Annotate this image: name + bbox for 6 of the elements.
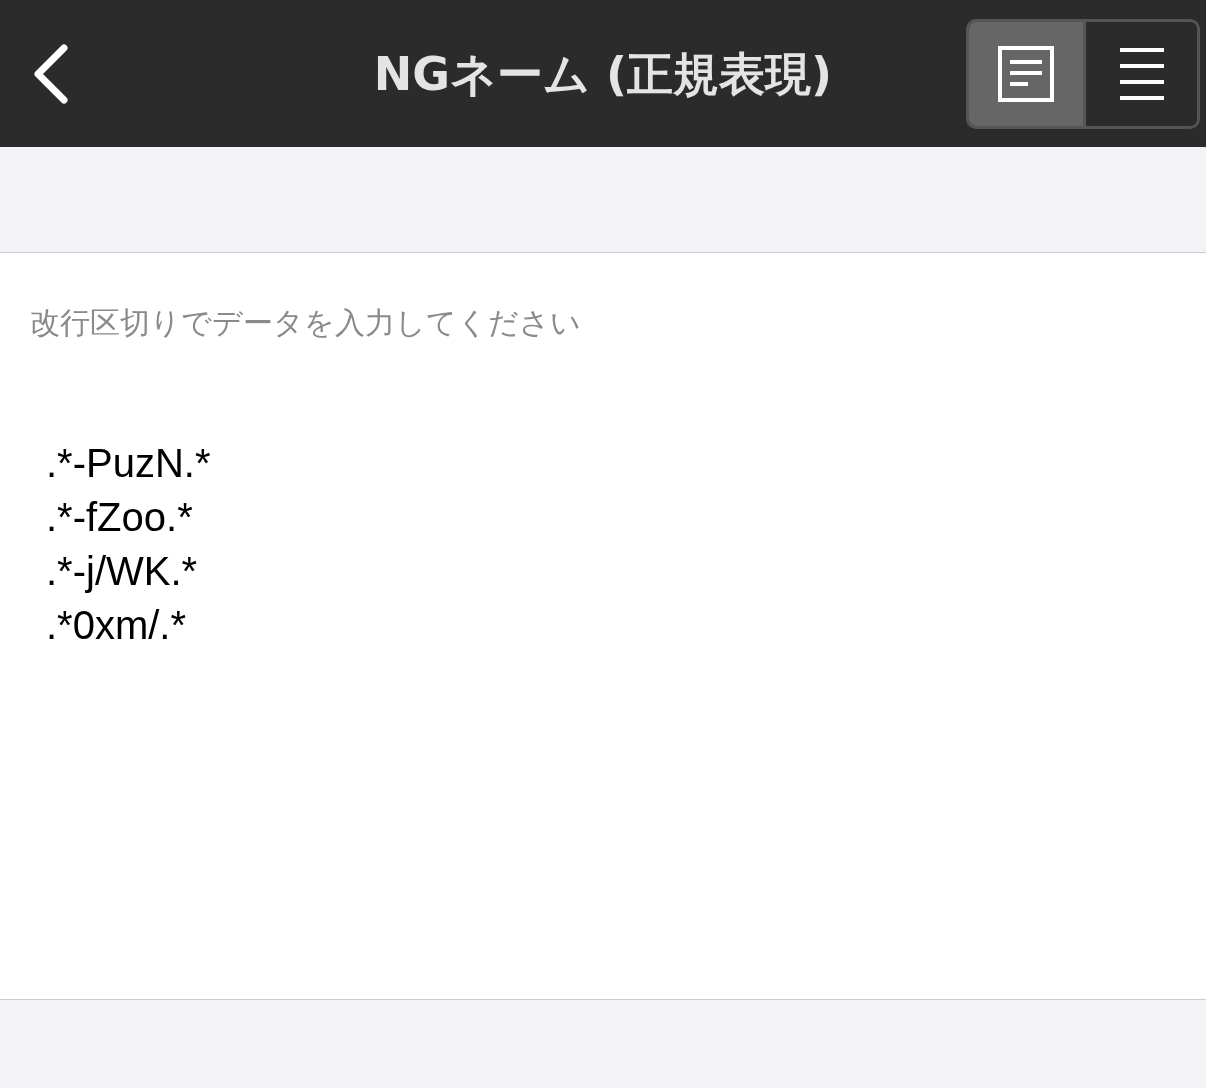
nav-title: NGネーム (正規表現)	[372, 46, 834, 103]
segment-button[interactable]	[1083, 21, 1197, 126]
hint-text: 改行区切りでデータを入力してください	[0, 252, 1206, 344]
document-icon	[998, 45, 1054, 102]
text-area[interactable]: .*-PuzN.* .*-fZoo.* .*-j/WK.* .*0xm/.*	[0, 344, 1206, 1000]
menu-icon	[1119, 47, 1164, 100]
